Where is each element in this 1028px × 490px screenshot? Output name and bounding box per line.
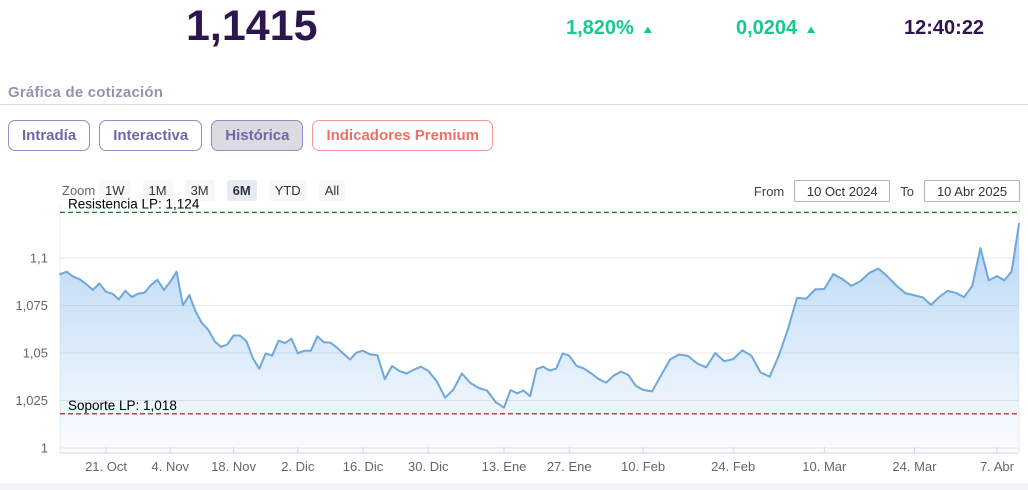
x-axis-label: 24. Mar bbox=[892, 459, 937, 474]
up-arrow-icon: ▲ bbox=[641, 22, 655, 35]
change-percent-value: 1,820% bbox=[566, 17, 634, 40]
change-absolute: 0,0204 ▲ bbox=[736, 17, 818, 40]
section-title: Gráfica de cotización bbox=[8, 84, 163, 101]
bottom-strip bbox=[0, 483, 1028, 490]
chart-tabs: Intradía Interactiva Histórica Indicador… bbox=[8, 120, 493, 151]
y-axis-label: 1,025 bbox=[15, 393, 48, 408]
quote-header: 1,1415 1,820% ▲ 0,0204 ▲ 12:40:22 bbox=[0, 0, 1028, 70]
quote-page: 1,1415 1,820% ▲ 0,0204 ▲ 12:40:22 Gráfic… bbox=[0, 0, 1028, 490]
tab-interactiva[interactable]: Interactiva bbox=[99, 120, 202, 151]
y-axis-label: 1,075 bbox=[15, 298, 48, 313]
tab-intradia[interactable]: Intradía bbox=[8, 120, 90, 151]
up-arrow-icon: ▲ bbox=[804, 22, 818, 35]
resistance-line-label: Resistencia LP: 1,124 bbox=[68, 196, 200, 211]
x-axis-label: 18. Nov bbox=[211, 459, 256, 474]
change-percent: 1,820% ▲ bbox=[566, 17, 655, 40]
x-axis-label: 2. Dic bbox=[281, 459, 315, 474]
x-axis-label: 30. Dic bbox=[408, 459, 449, 474]
x-axis-label: 7. Abr bbox=[980, 459, 1015, 474]
price-value: 1,1415 bbox=[186, 2, 318, 51]
price-chart-svg[interactable]: 1,1 1,075 1,05 1,025 1 Resistencia LP: 1,124 S… bbox=[0, 195, 1028, 490]
change-absolute-value: 0,0204 bbox=[736, 17, 797, 40]
price-chart[interactable]: 1,1 1,075 1,05 1,025 1 Resistencia LP: 1,124 S… bbox=[0, 195, 1028, 490]
x-axis-label: 16. Dic bbox=[343, 459, 384, 474]
x-axis-label: 10. Feb bbox=[621, 459, 665, 474]
section-divider bbox=[0, 104, 1028, 105]
x-axis-label: 27. Ene bbox=[547, 459, 592, 474]
tab-indicadores-premium[interactable]: Indicadores Premium bbox=[312, 120, 493, 151]
quote-time: 12:40:22 bbox=[904, 17, 984, 40]
y-axis-label: 1,05 bbox=[23, 346, 48, 361]
x-axis-label: 10. Mar bbox=[802, 459, 847, 474]
x-axis-label: 13. Ene bbox=[482, 459, 527, 474]
x-axis-label: 21. Oct bbox=[85, 459, 127, 474]
y-axis-label: 1 bbox=[41, 441, 48, 456]
y-axis-label: 1,1 bbox=[30, 251, 48, 266]
x-axis-label: 4. Nov bbox=[151, 459, 189, 474]
tab-historica[interactable]: Histórica bbox=[211, 120, 303, 151]
support-line-label: Soporte LP: 1,018 bbox=[68, 398, 177, 413]
x-axis-label: 24. Feb bbox=[711, 459, 755, 474]
